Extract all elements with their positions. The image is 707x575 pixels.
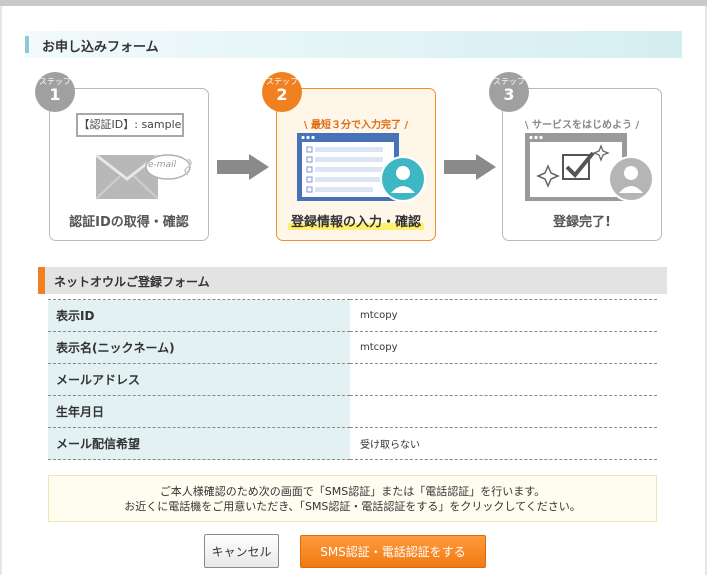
table-row: 表示ID mtcopy — [48, 299, 657, 332]
step-3-caption: \ サービスをはじめよう / — [503, 116, 661, 131]
table-row: メールアドレス — [48, 363, 657, 396]
page-title: お申し込みフォーム — [42, 40, 159, 55]
row-value: 受け取らない — [350, 427, 657, 460]
row-label: メール配信希望 — [48, 427, 350, 460]
cancel-button[interactable]: キャンセル — [204, 534, 279, 568]
row-label: 表示名(ニックネーム) — [48, 331, 350, 364]
step-2-caption-text: 最短３分で入力完了 — [311, 120, 401, 131]
row-value: mtcopy — [350, 331, 657, 364]
notice-line-2: お近くに電話機をご用意いただき、「SMS認証・電話認証をする」をクリックしてくだ… — [124, 500, 581, 513]
email-tag: e-mail — [148, 160, 177, 170]
table-row: 表示名(ニックネーム) mtcopy — [48, 331, 657, 364]
step-3-caption-text: サービスをはじめよう — [532, 120, 632, 131]
section-title: ネットオウルご登録フォーム — [54, 275, 210, 289]
step-1-number: 1 — [49, 85, 61, 104]
step-2-caption: \ 最短３分で入力完了 / — [277, 116, 435, 131]
step-3-label: 登録完了! — [553, 215, 611, 230]
sms-phone-auth-button[interactable]: SMS認証・電話認証をする — [300, 535, 486, 568]
section-accent — [38, 267, 45, 294]
step-3-card: \ サービスをはじめよう / 登録完了! — [502, 88, 662, 241]
caption-slash-icon: / — [632, 120, 640, 131]
section-header: ネットオウルご登録フォーム — [38, 267, 667, 294]
envelope-icon — [95, 153, 192, 200]
form-title-bar: お申し込みフォーム — [25, 31, 682, 58]
notice-box: ご本人様確認のため次の画面で「SMS認証」または「電話認証」を行います。 お近く… — [48, 475, 657, 522]
sample-id-box: 【認証ID】: sample — [76, 113, 184, 137]
complete-screen-icon — [525, 133, 654, 202]
row-label: 生年月日 — [48, 395, 350, 428]
title-accent — [25, 36, 29, 53]
step-1-badge: ステップ 1 — [35, 72, 75, 112]
arrow-right-icon — [217, 154, 269, 180]
row-value: mtcopy — [350, 299, 657, 332]
caption-slash-icon: \ — [303, 120, 311, 131]
step-2-badge: ステップ 2 — [262, 72, 302, 112]
step-2-card: \ 最短３分で入力完了 / 登録情報の入力・確認 — [276, 88, 436, 241]
table-row: 生年月日 — [48, 395, 657, 428]
step-3-badge: ステップ 3 — [489, 72, 529, 112]
caption-slash-icon: \ — [524, 120, 532, 131]
row-label: メールアドレス — [48, 363, 350, 396]
top-border — [0, 0, 707, 6]
step-2-label-text: 登録情報の入力・確認 — [287, 215, 424, 230]
form-screen-icon — [297, 133, 426, 202]
sample-id-text: 【認証ID】: sample — [78, 118, 182, 131]
frame-left — [0, 6, 2, 575]
caption-slash-icon: / — [401, 120, 409, 131]
step-2-label: 登録情報の入力・確認 — [277, 211, 435, 230]
arrow-right-icon — [444, 154, 496, 180]
row-value — [350, 395, 657, 428]
registration-table: 表示ID mtcopy 表示名(ニックネーム) mtcopy メールアドレス 生… — [48, 299, 657, 460]
notice-line-1: ご本人様確認のため次の画面で「SMS認証」または「電話認証」を行います。 — [159, 485, 546, 498]
step-3-number: 3 — [503, 85, 515, 104]
step-1-label: 認証IDの取得・確認 — [69, 215, 189, 230]
row-label: 表示ID — [48, 299, 350, 332]
row-value — [350, 363, 657, 396]
table-row: メール配信希望 受け取らない — [48, 427, 657, 460]
step-1-card: 【認証ID】: sample e-mail 認証IDの取得・確認 — [49, 88, 209, 241]
step-2-number: 2 — [276, 85, 288, 104]
